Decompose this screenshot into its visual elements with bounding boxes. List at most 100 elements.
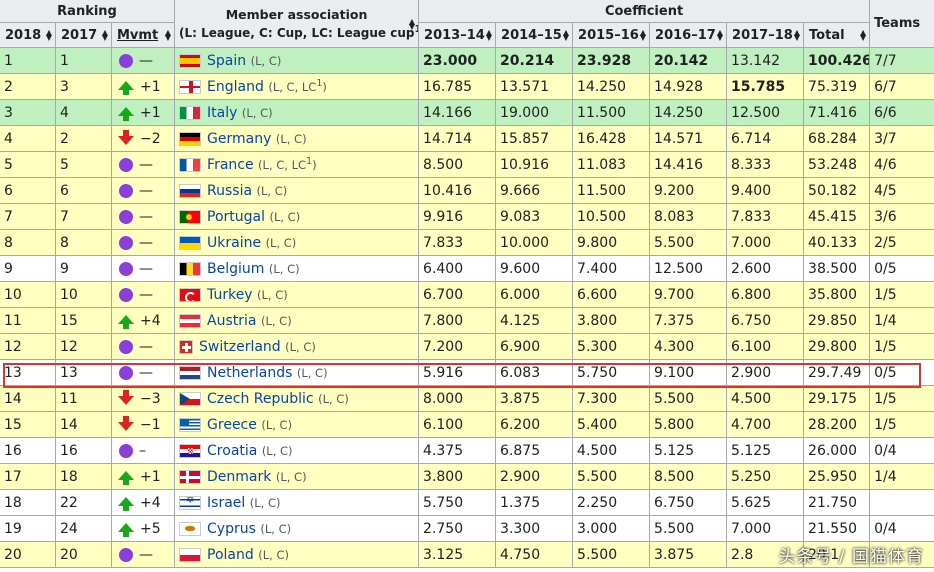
movement-cell: — <box>110 151 176 178</box>
rank-2018-cell: 10 <box>0 281 56 308</box>
movement-value: — <box>139 208 153 225</box>
sort-icon[interactable]: ▲ ▼ <box>563 29 569 42</box>
movement-value: −1 <box>140 416 161 433</box>
table-row: 11 15 +4 Austria (L, C) 7.800 4.125 3.800 7.375… <box>0 307 934 334</box>
col-mvmt-header[interactable]: Mvmt ▲ ▼ <box>110 22 176 48</box>
movement-cell: — <box>110 541 176 568</box>
competition-suffix: (L, C) <box>250 53 282 68</box>
sort-icon[interactable]: ▲ ▼ <box>717 29 723 42</box>
c1617-cell: 7.375 <box>649 307 728 334</box>
country-link[interactable]: Russia <box>207 183 252 199</box>
country-link[interactable]: Italy <box>207 105 237 121</box>
country-link[interactable]: Poland <box>207 547 254 563</box>
competition-suffix: (L, C, LC1) <box>268 78 327 94</box>
col-2017-header[interactable]: 2017 ▲ ▼ <box>55 22 112 48</box>
rank-2018-cell: 19 <box>0 515 56 542</box>
sort-icon[interactable]: ▲ ▼ <box>46 29 52 42</box>
rank-2018-cell: 20 <box>0 541 56 568</box>
sort-icon[interactable]: ▲ ▼ <box>640 29 646 42</box>
country-link[interactable]: Czech Republic <box>207 391 314 407</box>
sort-icon[interactable]: ▲ ▼ <box>409 17 415 30</box>
c1516-cell: 7.300 <box>572 385 651 412</box>
sort-icon[interactable]: ▲ ▼ <box>794 29 800 42</box>
sort-icon[interactable]: ▲ ▼ <box>486 29 492 42</box>
movement-cell: — <box>110 229 176 256</box>
c1617-cell: 3.875 <box>649 541 728 568</box>
cyprus-flag-icon <box>179 521 202 536</box>
c1314-cell: 8.000 <box>418 385 497 412</box>
competition-suffix: (L, C) <box>261 417 293 432</box>
rank-2018-cell: 12 <box>0 333 56 360</box>
movement-value: +1 <box>140 104 161 121</box>
sort-icon[interactable]: ▲ ▼ <box>860 29 866 42</box>
c1718-cell: 7.833 <box>726 203 805 230</box>
c1617-cell: 5.500 <box>649 229 728 256</box>
country-link[interactable]: France <box>207 157 254 173</box>
movement-value: — <box>139 52 153 69</box>
movement-cell: −2 <box>110 125 176 152</box>
country-link[interactable]: Ukraine <box>207 235 261 251</box>
country-link[interactable]: Denmark <box>207 469 271 485</box>
c1617-cell: 14.250 <box>649 99 728 126</box>
col-2014-15-header[interactable]: 2014–15 ▲ ▼ <box>495 22 574 48</box>
country-link[interactable]: Greece <box>207 417 257 433</box>
denmark-flag-icon <box>179 469 202 484</box>
col-total-header[interactable]: Total ▲ ▼ <box>803 22 871 48</box>
c1516-cell: 10.500 <box>572 203 651 230</box>
teams-cell: 6/6 <box>869 99 934 126</box>
col-2016-17-header[interactable]: 2016–17 ▲ ▼ <box>649 22 728 48</box>
c1314-cell: 16.785 <box>418 73 497 100</box>
table-row: 14 11 −3 Czech Republic (L, C) 8.000 3.875 7.3… <box>0 385 934 412</box>
teams-cell: 6/7 <box>869 73 934 100</box>
rank-2017-cell: 5 <box>55 151 112 178</box>
country-link[interactable]: Switzerland <box>199 339 281 355</box>
country-link[interactable]: England <box>207 79 264 95</box>
c1516-cell: 4.500 <box>572 437 651 464</box>
country-link[interactable]: Germany <box>207 131 271 147</box>
c1718-cell: 2.900 <box>726 359 805 386</box>
c1617-cell: 5.800 <box>649 411 728 438</box>
sort-icon[interactable]: ▲ ▼ <box>102 29 108 42</box>
teams-cell: 3/6 <box>869 203 934 230</box>
teams-cell: 0/5 <box>869 255 934 282</box>
movement-cell: — <box>110 333 176 360</box>
c1314-cell: 5.916 <box>418 359 497 386</box>
member-association-cell: Portugal (L, C) <box>174 203 420 230</box>
country-link[interactable]: Cyprus <box>207 521 256 537</box>
country-link[interactable]: Austria <box>207 313 256 329</box>
country-link[interactable]: Israel <box>207 495 245 511</box>
c1516-cell: 14.250 <box>572 73 651 100</box>
c1415-cell: 9.666 <box>495 177 574 204</box>
c1718-cell: 6.800 <box>726 281 805 308</box>
country-link[interactable]: Portugal <box>207 209 265 225</box>
country-link[interactable]: Turkey <box>207 287 253 303</box>
col-2015-16-header[interactable]: 2015–16 ▲ ▼ <box>572 22 651 48</box>
c1314-cell: 3.800 <box>418 463 497 490</box>
country-link[interactable]: Belgium <box>207 261 264 277</box>
country-link[interactable]: Netherlands <box>207 365 292 381</box>
country-link[interactable]: Croatia <box>207 443 257 459</box>
c1617-cell: 14.928 <box>649 73 728 100</box>
teams-header[interactable]: Teams ▲▼ <box>869 0 934 48</box>
teams-cell: 0/4 <box>869 437 934 464</box>
c1516-cell: 11.500 <box>572 99 651 126</box>
col-2017-18-header[interactable]: 2017–18 ▲ ▼ <box>726 22 805 48</box>
col-2013-14-header[interactable]: 2013–14 ▲ ▼ <box>418 22 497 48</box>
rank-2017-cell: 14 <box>55 411 112 438</box>
competition-suffix: (L, C) <box>260 521 292 536</box>
col-2018-header[interactable]: 2018 ▲ ▼ <box>0 22 56 48</box>
total-cell: 29.850 <box>803 307 871 334</box>
sort-icon[interactable]: ▲ ▼ <box>165 29 171 42</box>
c1516-cell: 6.600 <box>572 281 651 308</box>
c1415-cell: 1.375 <box>495 489 574 516</box>
member-association-cell: Ukraine (L, C) <box>174 229 420 256</box>
total-cell: 26.000 <box>803 437 871 464</box>
movement-cell: +1 <box>110 463 176 490</box>
member-association-header[interactable]: Member association (L: League, C: Cup, L… <box>174 0 420 48</box>
c1617-cell: 9.100 <box>649 359 728 386</box>
country-link[interactable]: Spain <box>207 53 246 69</box>
movement-value: – <box>139 442 146 459</box>
up-arrow-icon <box>118 314 134 329</box>
c1314-cell: 14.166 <box>418 99 497 126</box>
teams-cell: 4/6 <box>869 151 934 178</box>
